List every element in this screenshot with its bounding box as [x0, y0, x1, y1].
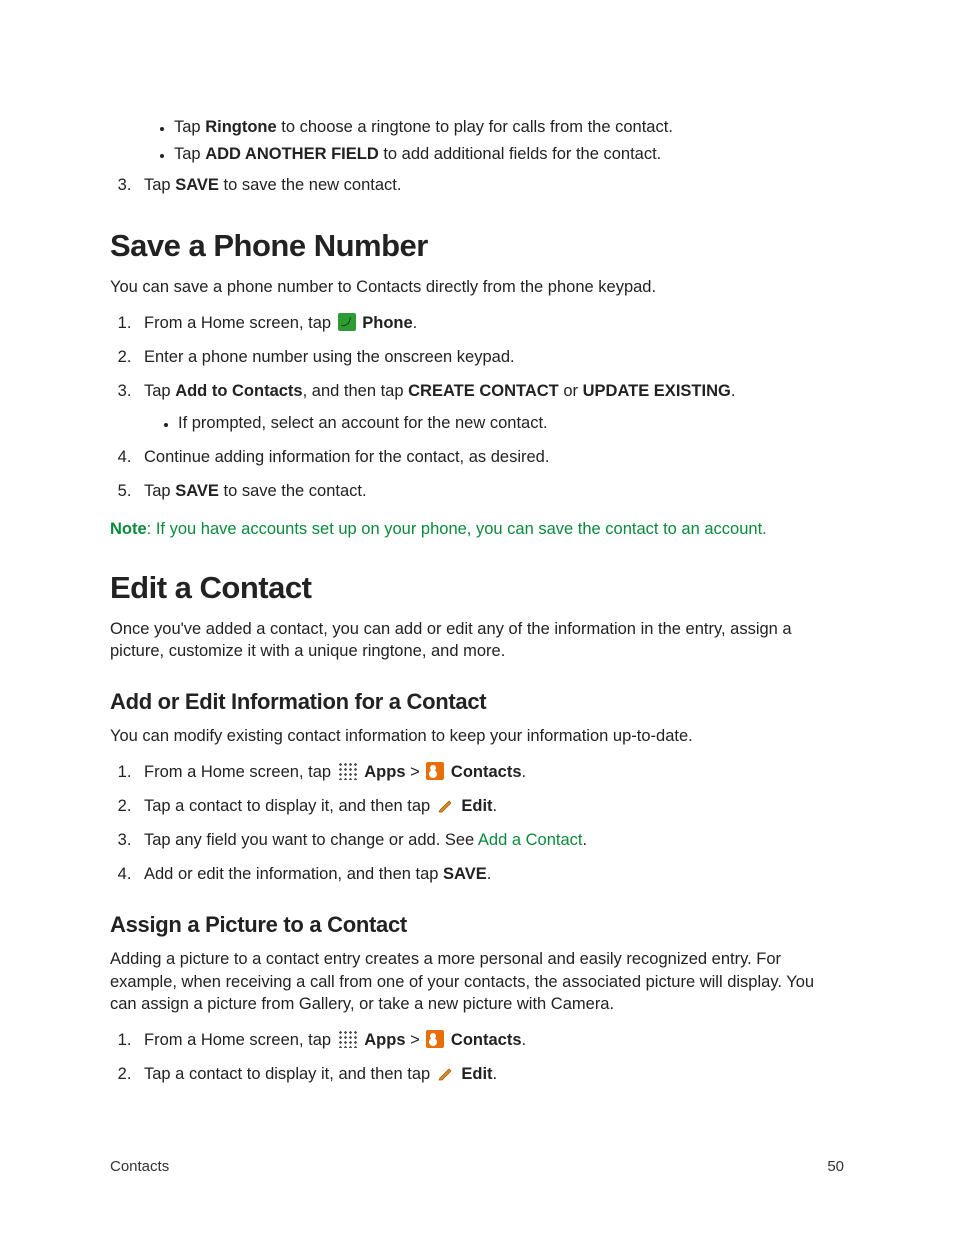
text: Tap	[144, 382, 175, 400]
separator: >	[406, 763, 425, 781]
bold-text: SAVE	[443, 865, 487, 883]
note-text: : If you have accounts set up on your ph…	[147, 520, 767, 538]
save-phone-steps: From a Home screen, tap Phone. Enter a p…	[110, 312, 844, 504]
text: .	[522, 763, 527, 781]
text: Tap a contact to display it, and then ta…	[144, 797, 435, 815]
note-accounts: Note: If you have accounts set up on you…	[110, 518, 844, 540]
add-field-bullet: Tap ADD ANOTHER FIELD to add additional …	[174, 145, 844, 164]
heading-save-phone-number: Save a Phone Number	[110, 228, 844, 264]
text: Tap any field you want to change or add.…	[144, 831, 478, 849]
assign-picture-steps: From a Home screen, tap Apps > Contacts.…	[110, 1029, 844, 1087]
text: .	[487, 865, 492, 883]
bold-text: SAVE	[175, 176, 219, 194]
step-save: Tap SAVE to save the new contact.	[136, 174, 844, 198]
apps-grid-icon	[338, 762, 358, 780]
text: Tap	[144, 176, 175, 194]
text: Add or edit the information, and then ta…	[144, 865, 443, 883]
bold-text: SAVE	[175, 482, 219, 500]
note-label: Note	[110, 520, 147, 538]
text: .	[522, 1031, 527, 1049]
text: Tap	[174, 118, 205, 136]
step-tap-edit-2: Tap a contact to display it, and then ta…	[136, 1063, 844, 1087]
bold-text: ADD ANOTHER FIELD	[205, 145, 379, 163]
text: , and then tap	[303, 382, 409, 400]
intro-edit-contact: Once you've added a contact, you can add…	[110, 618, 844, 663]
bold-text: Add to Contacts	[175, 382, 302, 400]
text: to save the new contact.	[219, 176, 402, 194]
text: From a Home screen, tap	[144, 1031, 336, 1049]
text: .	[731, 382, 736, 400]
step-tap-edit: Tap a contact to display it, and then ta…	[136, 795, 844, 819]
text: .	[493, 1065, 498, 1083]
pencil-icon	[437, 1064, 455, 1082]
heading-edit-contact: Edit a Contact	[110, 570, 844, 606]
text: to choose a ringtone to play for calls f…	[277, 118, 673, 136]
text: to add additional fields for the contact…	[379, 145, 662, 163]
bold-text: Contacts	[451, 1031, 522, 1049]
bold-text: Ringtone	[205, 118, 277, 136]
bold-text: Apps	[364, 763, 405, 781]
bold-text: Contacts	[451, 763, 522, 781]
footer-section: Contacts	[110, 1158, 169, 1175]
step-tap-field: Tap any field you want to change or add.…	[136, 829, 844, 853]
intro-save-phone-number: You can save a phone number to Contacts …	[110, 276, 844, 298]
bold-text: CREATE CONTACT	[408, 382, 559, 400]
text: Tap a contact to display it, and then ta…	[144, 1065, 435, 1083]
text: Tap	[144, 482, 175, 500]
text: or	[559, 382, 583, 400]
bold-text: Phone	[362, 314, 412, 332]
bold-text: UPDATE EXISTING	[583, 382, 731, 400]
document-page: Tap Ringtone to choose a ringtone to pla…	[0, 0, 954, 1235]
text: to save the contact.	[219, 482, 367, 500]
pencil-icon	[437, 796, 455, 814]
footer-page-number: 50	[827, 1158, 844, 1175]
step-tap-save: Tap SAVE to save the contact.	[136, 480, 844, 504]
step-enter-number: Enter a phone number using the onscreen …	[136, 346, 844, 370]
add-edit-steps: From a Home screen, tap Apps > Contacts.…	[110, 761, 844, 887]
bold-text: Apps	[364, 1031, 405, 1049]
substeps: If prompted, select an account for the n…	[144, 412, 844, 436]
separator: >	[406, 1031, 425, 1049]
step-save-edit: Add or edit the information, and then ta…	[136, 863, 844, 887]
link-add-a-contact[interactable]: Add a Contact	[478, 831, 583, 849]
contacts-icon	[426, 1030, 444, 1048]
text: From a Home screen, tap	[144, 763, 336, 781]
substep-account: If prompted, select an account for the n…	[178, 412, 844, 436]
step-apps-contacts-2: From a Home screen, tap Apps > Contacts.	[136, 1029, 844, 1053]
text: .	[582, 831, 587, 849]
intro-assign-picture: Adding a picture to a contact entry crea…	[110, 948, 844, 1015]
save-steps-continued: Tap SAVE to save the new contact.	[110, 174, 844, 198]
heading-assign-picture: Assign a Picture to a Contact	[110, 912, 844, 938]
step-add-to-contacts: Tap Add to Contacts, and then tap CREATE…	[136, 380, 844, 436]
text: .	[493, 797, 498, 815]
step-tap-phone: From a Home screen, tap Phone.	[136, 312, 844, 336]
ringtone-bullet: Tap Ringtone to choose a ringtone to pla…	[174, 118, 844, 137]
page-footer: Contacts 50	[110, 1158, 844, 1175]
bold-text: Edit	[461, 1065, 492, 1083]
text: Tap	[174, 145, 205, 163]
step-apps-contacts: From a Home screen, tap Apps > Contacts.	[136, 761, 844, 785]
phone-icon	[338, 313, 356, 331]
text: From a Home screen, tap	[144, 314, 336, 332]
bold-text: Edit	[461, 797, 492, 815]
field-options-list: Tap Ringtone to choose a ringtone to pla…	[140, 118, 844, 164]
intro-add-edit-info: You can modify existing contact informat…	[110, 725, 844, 747]
step-continue-info: Continue adding information for the cont…	[136, 446, 844, 470]
contacts-icon	[426, 762, 444, 780]
heading-add-edit-info: Add or Edit Information for a Contact	[110, 689, 844, 715]
text: .	[413, 314, 418, 332]
apps-grid-icon	[338, 1030, 358, 1048]
